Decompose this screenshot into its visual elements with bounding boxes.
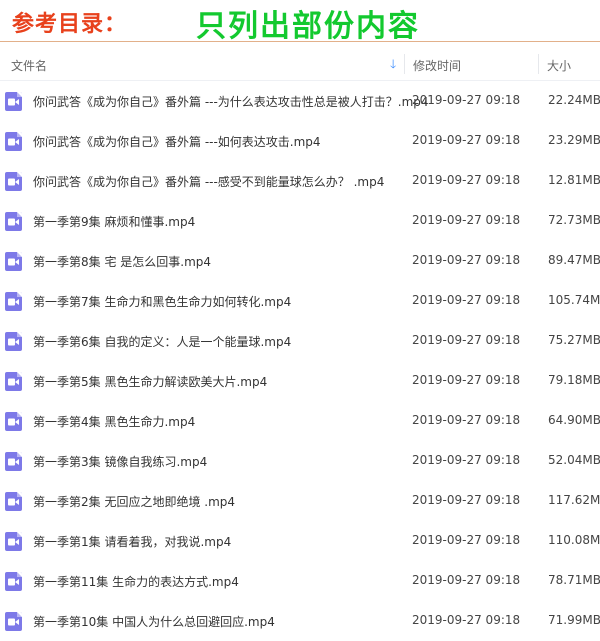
file-modified-time: 2019-09-27 09:18 xyxy=(412,453,521,467)
file-modified-time: 2019-09-27 09:18 xyxy=(412,173,521,187)
file-modified-time: 2019-09-27 09:18 xyxy=(412,293,521,307)
banner-title-left: 参考目录： xyxy=(12,11,128,37)
file-name[interactable]: 第一季第9集 麻烦和懂事.mp4 xyxy=(33,213,195,230)
file-name[interactable]: 第一季第5集 黑色生命力解读欧美大片.mp4 xyxy=(33,373,267,390)
file-name[interactable]: 第一季第8集 宅 是怎么回事.mp4 xyxy=(33,253,211,270)
file-list: 你问武答《成为你自己》番外篇 ---为什么表达攻击性总是被人打击？.mp4 201… xyxy=(0,81,600,641)
file-row[interactable]: 第一季第3集 镜像自我练习.mp4 2019-09-27 09:18 52.04MB xyxy=(0,441,600,481)
video-file-icon xyxy=(5,292,22,311)
video-file-icon xyxy=(5,212,22,231)
video-file-icon xyxy=(5,412,22,431)
column-divider[interactable] xyxy=(404,54,405,74)
video-file-icon xyxy=(5,532,22,551)
file-row[interactable]: 第一季第5集 黑色生命力解读欧美大片.mp4 2019-09-27 09:18 79… xyxy=(0,361,600,401)
file-row[interactable]: 你问武答《成为你自己》番外篇 ---如何表达攻击.mp4 2019-09-27 0… xyxy=(0,121,600,161)
video-file-icon xyxy=(5,452,22,471)
banner-divider xyxy=(0,41,600,42)
file-modified-time: 2019-09-27 09:18 xyxy=(412,253,521,267)
video-file-icon xyxy=(5,612,22,631)
file-name[interactable]: 第一季第7集 生命力和黑色生命力如何转化.mp4 xyxy=(33,293,291,310)
file-modified-time: 2019-09-27 09:18 xyxy=(412,613,521,627)
file-modified-time: 2019-09-27 09:18 xyxy=(412,133,521,147)
file-row[interactable]: 你问武答《成为你自己》番外篇 ---感受不到能量球怎么办？ .mp4 2019-0… xyxy=(0,161,600,201)
video-file-icon xyxy=(5,572,22,591)
file-name[interactable]: 你问武答《成为你自己》番外篇 ---感受不到能量球怎么办？ .mp4 xyxy=(33,173,384,190)
file-modified-time: 2019-09-27 09:18 xyxy=(412,493,521,507)
file-size: 12.81MB xyxy=(548,173,600,187)
file-modified-time: 2019-09-27 09:18 xyxy=(412,93,521,107)
banner-title-right: 只列出部份内容 xyxy=(196,9,420,44)
video-file-icon xyxy=(5,172,22,191)
file-modified-time: 2019-09-27 09:18 xyxy=(412,573,521,587)
video-file-icon xyxy=(5,332,22,351)
file-modified-time: 2019-09-27 09:18 xyxy=(412,333,521,347)
video-file-icon xyxy=(5,252,22,271)
column-divider[interactable] xyxy=(538,54,539,74)
file-name[interactable]: 你问武答《成为你自己》番外篇 ---如何表达攻击.mp4 xyxy=(33,133,321,150)
file-modified-time: 2019-09-27 09:18 xyxy=(412,413,521,427)
file-size: 117.62MB xyxy=(548,493,600,507)
video-file-icon xyxy=(5,92,22,111)
file-row[interactable]: 第一季第7集 生命力和黑色生命力如何转化.mp4 2019-09-27 09:18… xyxy=(0,281,600,321)
video-file-icon xyxy=(5,132,22,151)
sort-down-arrow-icon[interactable]: 🡓 xyxy=(390,55,396,76)
file-size: 72.73MB xyxy=(548,213,600,227)
file-modified-time: 2019-09-27 09:18 xyxy=(412,373,521,387)
file-name[interactable]: 你问武答《成为你自己》番外篇 ---为什么表达攻击性总是被人打击？.mp4 xyxy=(33,93,429,110)
file-row[interactable]: 第一季第11集 生命力的表达方式.mp4 2019-09-27 09:18 78.7… xyxy=(0,561,600,601)
file-size: 89.47MB xyxy=(548,253,600,267)
column-header-size[interactable]: 大小 xyxy=(547,57,571,74)
file-size: 71.99MB xyxy=(548,613,600,627)
file-name[interactable]: 第一季第11集 生命力的表达方式.mp4 xyxy=(33,573,239,590)
file-size: 75.27MB xyxy=(548,333,600,347)
file-row[interactable]: 第一季第10集 中国人为什么总回避回应.mp4 2019-09-27 09:18 7… xyxy=(0,601,600,641)
file-modified-time: 2019-09-27 09:18 xyxy=(412,533,521,547)
file-row[interactable]: 第一季第4集 黑色生命力.mp4 2019-09-27 09:18 64.90MB xyxy=(0,401,600,441)
video-file-icon xyxy=(5,492,22,511)
file-row[interactable]: 第一季第8集 宅 是怎么回事.mp4 2019-09-27 09:18 89.47M… xyxy=(0,241,600,281)
file-size: 64.90MB xyxy=(548,413,600,427)
file-row[interactable]: 第一季第2集 无回应之地即绝境 .mp4 2019-09-27 09:18 117.… xyxy=(0,481,600,521)
file-name[interactable]: 第一季第4集 黑色生命力.mp4 xyxy=(33,413,195,430)
file-row[interactable]: 你问武答《成为你自己》番外篇 ---为什么表达攻击性总是被人打击？.mp4 201… xyxy=(0,81,600,121)
file-row[interactable]: 第一季第1集 请看着我，对我说.mp4 2019-09-27 09:18 110.0… xyxy=(0,521,600,561)
file-row[interactable]: 第一季第6集 自我的定义：人是一个能量球.mp4 2019-09-27 09:18… xyxy=(0,321,600,361)
file-name[interactable]: 第一季第2集 无回应之地即绝境 .mp4 xyxy=(33,493,235,510)
file-size: 22.24MB xyxy=(548,93,600,107)
column-header-name[interactable]: 文件名 xyxy=(11,57,47,74)
file-size: 23.29MB xyxy=(548,133,600,147)
column-header-time[interactable]: 修改时间 xyxy=(413,57,461,74)
file-size: 52.04MB xyxy=(548,453,600,467)
file-size: 78.71MB xyxy=(548,573,600,587)
file-size: 79.18MB xyxy=(548,373,600,387)
file-name[interactable]: 第一季第6集 自我的定义：人是一个能量球.mp4 xyxy=(33,333,291,350)
file-size: 105.74MB xyxy=(548,293,600,307)
banner: 参考目录： 只列出部份内容 xyxy=(0,0,600,44)
file-row[interactable]: 第一季第9集 麻烦和懂事.mp4 2019-09-27 09:18 72.73MB xyxy=(0,201,600,241)
video-file-icon xyxy=(5,372,22,391)
file-list-header: 文件名 🡓 修改时间 大小 xyxy=(0,48,600,81)
file-name[interactable]: 第一季第10集 中国人为什么总回避回应.mp4 xyxy=(33,613,275,630)
file-name[interactable]: 第一季第1集 请看着我，对我说.mp4 xyxy=(33,533,231,550)
file-modified-time: 2019-09-27 09:18 xyxy=(412,213,521,227)
file-size: 110.08MB xyxy=(548,533,600,547)
file-name[interactable]: 第一季第3集 镜像自我练习.mp4 xyxy=(33,453,207,470)
